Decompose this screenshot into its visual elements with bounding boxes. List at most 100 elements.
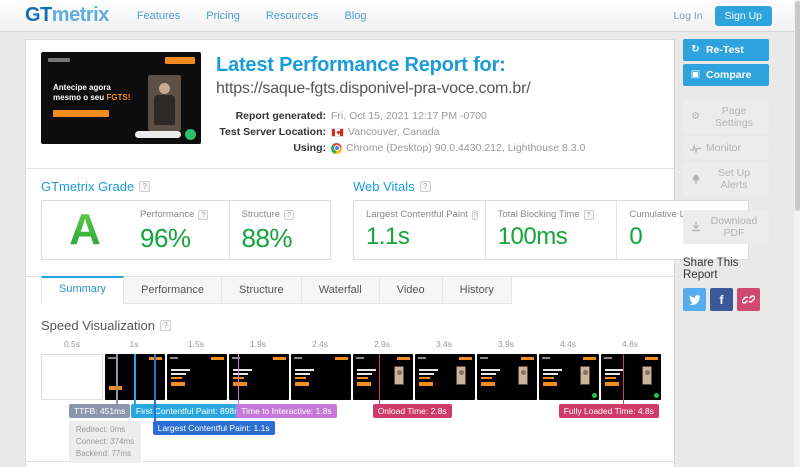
main-nav: Features Pricing Resources Blog: [137, 10, 674, 22]
report-meta: Report generated: Fri, Oct 15, 2021 12:17…: [216, 108, 585, 156]
link-icon[interactable]: [737, 288, 760, 311]
frame-button: [171, 382, 185, 386]
twitter-icon[interactable]: [683, 288, 706, 311]
set-up-alerts-button[interactable]: Set Up Alerts: [683, 162, 769, 196]
timing-marker-label: Onload Time: 2.8s: [372, 404, 452, 418]
speed-visualization-section: Speed Visualization ? 0.5s 1s 1.5s 1.9s 2.4s…: [41, 318, 661, 463]
page-settings-button[interactable]: ⚙ Page Settings: [683, 100, 769, 134]
help-icon[interactable]: ?: [198, 209, 209, 220]
frame-logo: [108, 357, 116, 359]
tab-history[interactable]: History: [442, 276, 512, 304]
frame-logo: [542, 357, 550, 359]
frame-button: [295, 382, 309, 386]
frame-phone-image: [456, 366, 466, 385]
frame-text-line: [605, 369, 624, 371]
nav-link-blog[interactable]: Blog: [344, 10, 366, 22]
tab-waterfall[interactable]: Waterfall: [301, 276, 380, 304]
frame-text-line: [295, 373, 310, 375]
main-content: Antecipe agora mesmo o seu FGTS! Latest …: [0, 32, 800, 467]
frame-text-line: [543, 373, 558, 375]
divider: [26, 461, 674, 462]
logo-metrix: metrix: [51, 4, 110, 26]
frame-text-line: [419, 377, 430, 379]
filmstrip-tick: 3.9s: [497, 339, 515, 349]
filmstrip-frame: [415, 354, 475, 400]
frame-text-line: [481, 377, 492, 379]
report-card: Antecipe agora mesmo o seu FGTS! Latest …: [25, 39, 750, 467]
filmstrip-tick: 2.9s: [373, 339, 391, 349]
meta-label: Using:: [293, 142, 326, 154]
report-meta-row: Using: Chrome (Desktop) 90.0.4430.212, Li…: [216, 140, 585, 156]
metric-value: 100ms: [497, 223, 568, 250]
report-info: Latest Performance Report for: https://s…: [216, 52, 585, 156]
frame-text-line: [357, 369, 376, 371]
nav-link-pricing[interactable]: Pricing: [206, 10, 240, 22]
frame-logo: [232, 357, 240, 359]
logo-gt: GT: [25, 4, 52, 26]
ttfb-detail-row: Connect: 374ms: [75, 437, 135, 446]
meta-value: Chrome (Desktop) 90.0.4430.212, Lighthou…: [331, 140, 585, 156]
re-test-button[interactable]: ↻ Re-Test: [683, 39, 769, 61]
metric-value: 88%: [241, 223, 293, 253]
filmstrip-tick: 4.8s: [621, 339, 639, 349]
help-icon[interactable]: ?: [159, 320, 171, 331]
metric-label-text: Largest Contentful Paint: [366, 209, 468, 220]
facebook-icon[interactable]: f: [710, 288, 733, 311]
frame-text-line: [543, 377, 554, 379]
metric-performance: Performance? 96%: [128, 201, 229, 259]
download-pdf-button[interactable]: Download PDF: [683, 210, 769, 244]
site-thumbnail: Antecipe agora mesmo o seu FGTS!: [41, 52, 201, 144]
thumb-topbar: [165, 57, 195, 64]
metric-label: Total Blocking Time?: [498, 209, 607, 220]
thumb-site-logo: [48, 58, 70, 62]
timing-marker-label: TTFB: 451ms: [68, 404, 131, 418]
thumb-chat-bubble: [185, 129, 196, 140]
report-meta-row: Report generated: Fri, Oct 15, 2021 12:17…: [216, 108, 585, 124]
frame-logo: [480, 357, 488, 359]
frame-text-line: [481, 369, 500, 371]
nav-link-resources[interactable]: Resources: [266, 10, 319, 22]
filmstrip-frame: [229, 354, 289, 400]
timing-marker-label: Fully Loaded Time: 4.8s: [558, 404, 659, 418]
frame-logo: [170, 357, 178, 359]
frame-text-line: [171, 373, 186, 375]
tab-summary[interactable]: Summary: [41, 276, 125, 304]
frame-button: [357, 382, 371, 386]
frame-text-line: [171, 377, 182, 379]
frame-text-line: [233, 369, 252, 371]
gtmetrix-logo[interactable]: GTmetrix: [25, 4, 109, 27]
frame-topbar: [645, 357, 658, 360]
monitor-button[interactable]: Monitor: [683, 137, 769, 159]
filmstrip-tick: 1.5s: [187, 339, 205, 349]
tab-video[interactable]: Video: [379, 276, 443, 304]
login-link[interactable]: Log In: [673, 10, 702, 22]
tab-performance[interactable]: Performance: [124, 276, 223, 304]
filmstrip-frame: [167, 354, 227, 400]
help-icon[interactable]: ?: [419, 181, 431, 192]
scrollbar-thumb[interactable]: [794, 1, 800, 211]
download-icon: [690, 222, 701, 232]
tab-structure[interactable]: Structure: [222, 276, 302, 304]
help-icon[interactable]: ?: [284, 209, 295, 220]
sidebar-button-label: Page Settings: [715, 105, 753, 129]
frame-text-line: [295, 377, 306, 379]
frame-topbar: [397, 357, 410, 360]
sidebar-button-label: Monitor: [706, 142, 742, 154]
help-icon[interactable]: ?: [583, 209, 594, 220]
frame-button: [419, 382, 433, 386]
meta-value-text: Vancouver, Canada: [348, 126, 440, 138]
help-icon[interactable]: ?: [471, 209, 478, 220]
frame-text-line: [543, 369, 562, 371]
filmstrip-frames: [41, 354, 661, 400]
meta-label: Test Server Location:: [219, 126, 326, 138]
help-icon[interactable]: ?: [139, 181, 151, 192]
signup-button[interactable]: Sign Up: [714, 5, 772, 26]
chrome-icon: [331, 142, 342, 154]
scrollbar-track[interactable]: [794, 0, 800, 467]
nav-link-features[interactable]: Features: [137, 10, 180, 22]
frame-topbar: [273, 357, 286, 360]
compare-button[interactable]: ▣ Compare: [683, 64, 769, 86]
meta-value: Fri, Oct 15, 2021 12:17 PM -0700: [331, 108, 487, 124]
frame-button: [543, 382, 557, 386]
